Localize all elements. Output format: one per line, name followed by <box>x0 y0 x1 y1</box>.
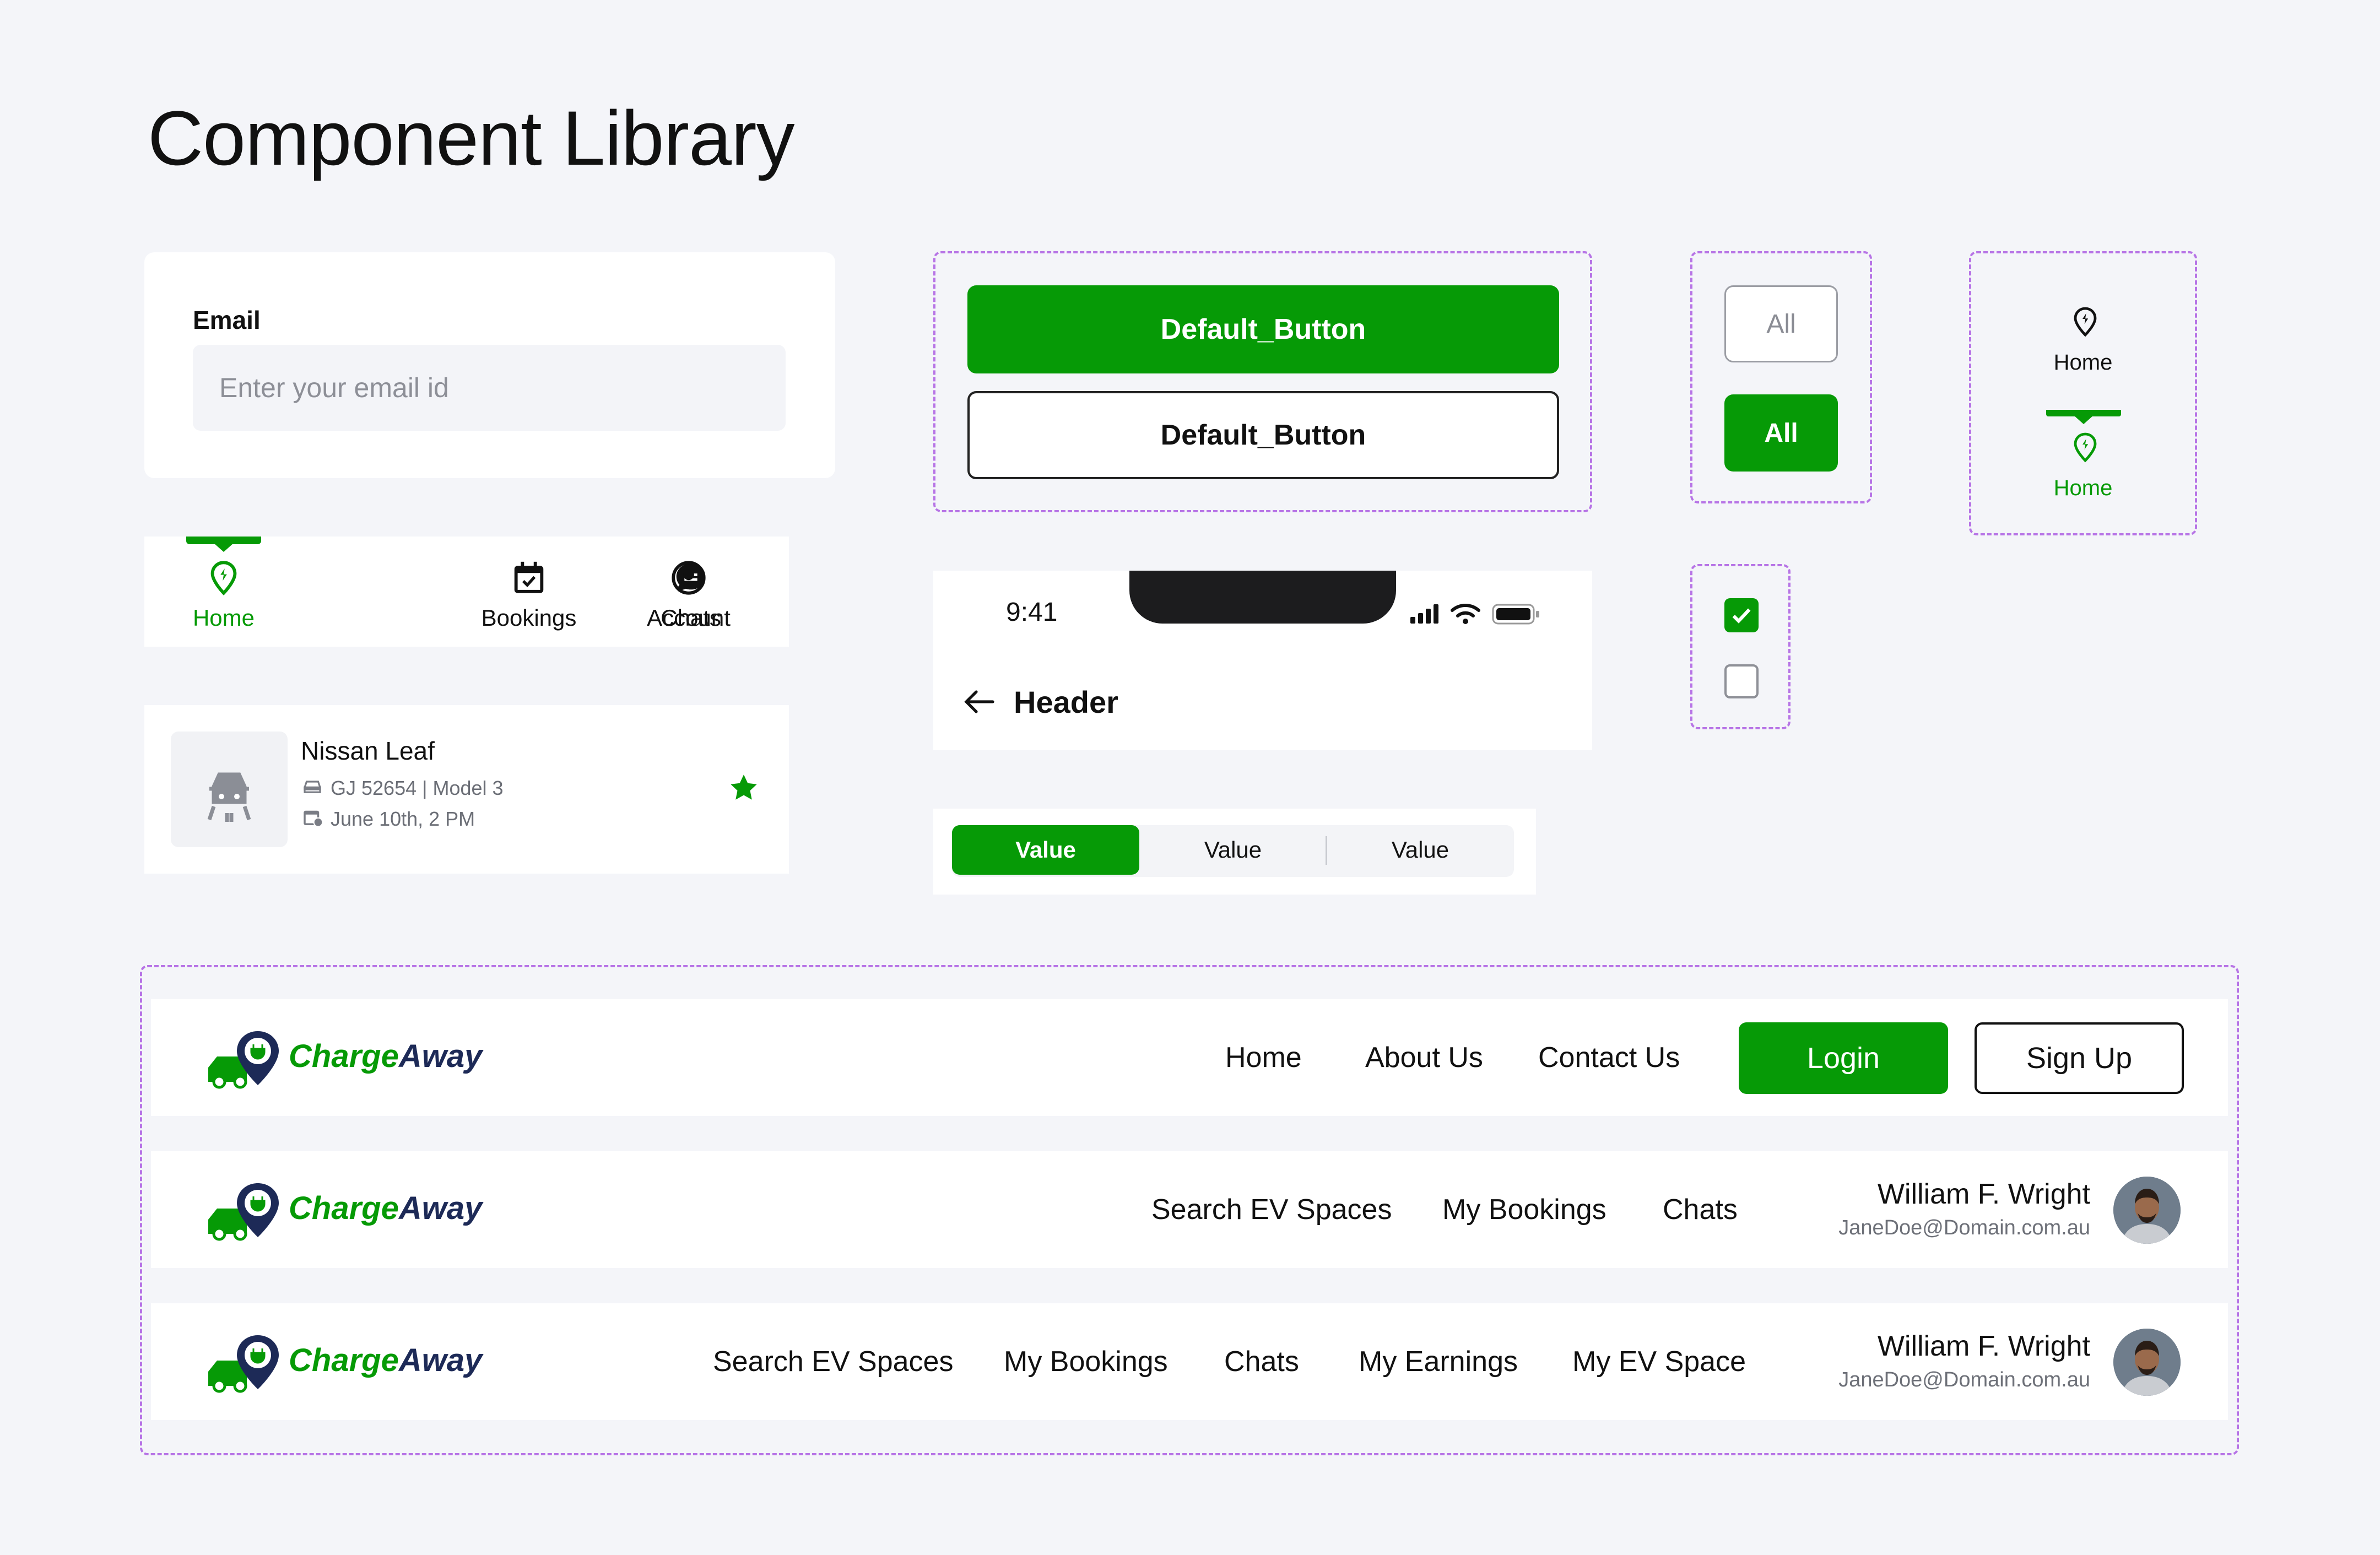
default-button-secondary[interactable]: Default_Button <box>967 391 1559 479</box>
nav-link-my-earnings[interactable]: My Earnings <box>1359 1345 1518 1378</box>
user-name: William F. Wright <box>1877 1178 2090 1210</box>
status-bar-time: 9:41 <box>1006 598 1058 627</box>
checkbox-unchecked[interactable] <box>1724 664 1759 698</box>
bottom-nav-item-bookings[interactable]: Bookings <box>446 559 612 631</box>
page-title: Component Library <box>148 95 795 181</box>
user-name: William F. Wright <box>1877 1330 2090 1362</box>
booking-date: June 10th, 2 PM <box>331 808 475 830</box>
wifi-icon <box>1451 604 1480 617</box>
mobile-header: 9:41 Header <box>933 571 1592 750</box>
nav-link-search-ev-spaces[interactable]: Search EV Spaces <box>1151 1193 1392 1226</box>
button-variants-group: Default_Button Default_Button <box>933 251 1592 512</box>
avatar[interactable] <box>2113 1177 2181 1244</box>
avatar[interactable] <box>2113 1329 2181 1396</box>
nav-link-contact-us[interactable]: Contact Us <box>1538 1041 1680 1074</box>
chargeaway-logo-text: ChargeAway <box>289 1190 483 1226</box>
active-indicator-tip <box>2074 415 2094 424</box>
bottom-nav-item-account[interactable]: Account <box>606 559 771 631</box>
location-pin-icon <box>2072 432 2098 463</box>
car-plate-model: GJ 52654 | Model 3 <box>331 777 504 799</box>
car-name: Nissan Leaf <box>301 736 435 765</box>
car-thumbnail <box>171 732 288 847</box>
nav-link-chats[interactable]: Chats <box>1663 1193 1738 1226</box>
nav-link-my-ev-space[interactable]: My EV Space <box>1572 1345 1746 1378</box>
user-email: JaneDoe@Domain.com.au <box>1838 1368 2090 1391</box>
nav-link-search-ev-spaces[interactable]: Search EV Spaces <box>713 1345 953 1378</box>
bottom-nav-item-home[interactable]: Home <box>141 559 306 631</box>
email-field[interactable] <box>193 345 786 431</box>
phone-notch <box>1129 571 1396 624</box>
chargeaway-logo-icon[interactable] <box>204 1179 286 1245</box>
tab-home-active[interactable]: Home <box>1971 476 2195 501</box>
nav-link-my-bookings[interactable]: My Bookings <box>1004 1345 1168 1378</box>
chargeaway-logo-text: ChargeAway <box>289 1342 483 1378</box>
chargeaway-logo-icon[interactable] <box>204 1331 286 1397</box>
header-title: Header <box>1014 685 1118 719</box>
nav-link-chats[interactable]: Chats <box>1224 1345 1299 1378</box>
nav-link-home[interactable]: Home <box>1225 1041 1302 1074</box>
battery-icon <box>1492 604 1539 625</box>
chargeaway-logo-icon[interactable] <box>204 1027 286 1093</box>
segmented-control: Value Value Value <box>933 809 1536 895</box>
header-public: ChargeAway Home About Us Contact Us Logi… <box>151 999 2228 1116</box>
chargeaway-logo-text: ChargeAway <box>289 1038 483 1074</box>
segment-option-2[interactable]: Value <box>1139 825 1327 875</box>
checkbox-checked[interactable] <box>1724 598 1759 632</box>
email-label: Email <box>193 306 261 334</box>
signal-icon <box>1410 604 1438 624</box>
checkbox-group <box>1690 564 1791 729</box>
segment-option-3[interactable]: Value <box>1327 825 1514 875</box>
login-button[interactable]: Login <box>1739 1022 1948 1094</box>
header-user: ChargeAway Search EV Spaces My Bookings … <box>151 1151 2228 1268</box>
car-small-icon <box>301 776 324 795</box>
car-icon <box>207 772 251 822</box>
location-pin-icon <box>204 559 243 597</box>
bottom-nav-label: Account <box>647 605 731 631</box>
filter-chip-outline[interactable]: All <box>1724 285 1838 362</box>
status-bar-icons <box>1410 602 1543 626</box>
location-pin-icon <box>2072 306 2098 337</box>
bottom-nav-label: Home <box>192 605 255 631</box>
favorite-star-icon[interactable] <box>727 771 760 804</box>
nav-link-my-bookings[interactable]: My Bookings <box>1442 1193 1606 1226</box>
header-host: ChargeAway Search EV Spaces My Bookings … <box>151 1303 2228 1420</box>
back-arrow-icon[interactable] <box>962 686 997 717</box>
active-indicator-tip <box>214 543 234 552</box>
calendar-icon <box>301 806 324 828</box>
booking-card[interactable]: Nissan Leaf GJ 52654 | Model 3 June 10th… <box>144 705 789 874</box>
calendar-check-icon <box>510 559 548 597</box>
user-circle-icon <box>669 559 708 597</box>
email-field-card: Email <box>144 252 835 478</box>
nav-tab-states-group: Home Home <box>1969 251 2197 535</box>
sign-up-button[interactable]: Sign Up <box>1975 1022 2184 1094</box>
user-email: JaneDoe@Domain.com.au <box>1838 1216 2090 1239</box>
filter-chip-group: All All <box>1690 251 1872 503</box>
check-icon <box>1732 608 1751 624</box>
bottom-nav-label: Bookings <box>481 605 577 631</box>
nav-link-about-us[interactable]: About Us <box>1365 1041 1483 1074</box>
filter-chip-selected[interactable]: All <box>1724 394 1838 472</box>
default-button-primary[interactable]: Default_Button <box>967 285 1559 373</box>
website-headers-group: ChargeAway Home About Us Contact Us Logi… <box>140 965 2239 1455</box>
tab-home-default[interactable]: Home <box>1971 350 2195 375</box>
bottom-nav: Home Bookings Chats Account <box>144 537 789 647</box>
segment-option-1[interactable]: Value <box>952 825 1139 875</box>
